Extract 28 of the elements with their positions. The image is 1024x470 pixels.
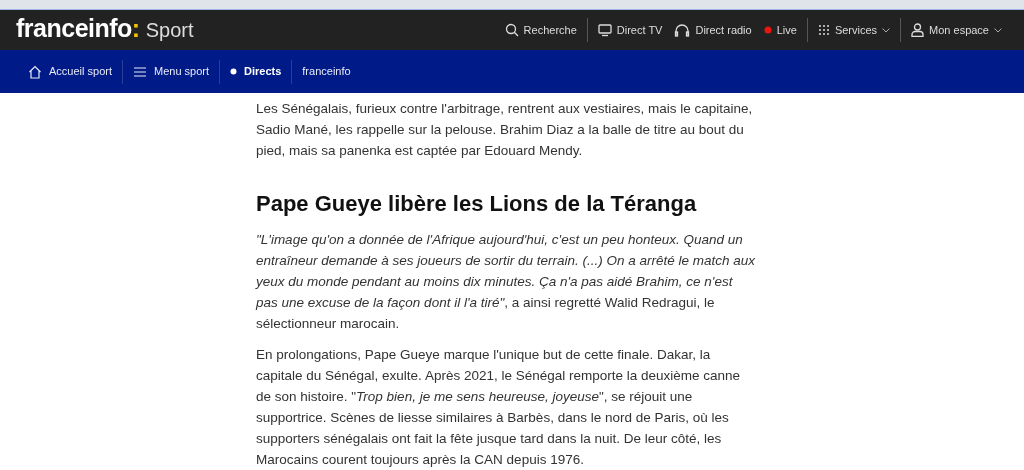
- headphones-icon: [674, 23, 691, 37]
- dropdown-menu-button[interactable]: Mon espace: [905, 21, 1008, 39]
- menu-icon: [133, 65, 147, 78]
- paragraph: En prolongations, Pape Gueye marque l'unique but de cette finale. Dakar, la capitale du Sénégal, exulte. Après 2021, le Sénégal remporte la deuxième canne de son histoire. "Trop bien, je me sens heureuse, joyeuse", se réjouit une supportrice. Scènes de liesse similaires à Barbès, dans le nord de Paris, où les supporters sénégalais ont fait la fête jusque tard dans la nuit. De leur côté, les Marocains courent toujours après la CAN depuis 1976.: [256, 346, 742, 470]
- monitor-icon: [597, 23, 612, 37]
- home-icon: [28, 64, 42, 79]
- paragraph: Les Sénégalais, furieux contre l'arbitrage, rentrent aux vestiaires, mais le capitaine, Sadio Mané, les rappelle sur la pelouse. Brahim Diaz a la balle de titre au bout du pied, mais sa panenka est captée par Edouard Mendy.: [256, 100, 754, 160]
- site-logo[interactable]: franceinfo: Sport: [16, 15, 194, 45]
- nav-link[interactable]: Menu sport: [123, 60, 219, 83]
- nav-link[interactable]: Directs: [220, 60, 292, 83]
- logo-wordmark: franceinfo:: [16, 16, 140, 41]
- grid-icon: [817, 24, 830, 36]
- nav-link[interactable]: Accueil sport: [18, 60, 122, 83]
- user-icon: [911, 23, 925, 37]
- menu-link[interactable]: Direct TV: [591, 21, 669, 39]
- live-dot-icon: [763, 26, 772, 34]
- menu-link[interactable]: Direct radio: [668, 21, 758, 39]
- chevron-down-icon: [882, 27, 891, 33]
- chevron-down-icon: [994, 27, 1002, 33]
- search-icon: [504, 23, 519, 37]
- dot-icon: [230, 68, 237, 75]
- dropdown-menu-button[interactable]: Services: [811, 21, 897, 39]
- menu-link[interactable]: Recherche: [498, 21, 583, 39]
- section-title: Sport: [145, 18, 194, 43]
- menu-link[interactable]: Live: [757, 21, 803, 39]
- paragraph: "L'image qu'on a donnée de l'Afrique aujourd'hui, c'est un peu honteux. Quand un entraîneur demande à ses joueurs de sortir du terrain. (...) On a arrêté le match aux yeux du monde pendant au moins dix minutes. Ça n'a pas aidé Brahim, ce n'est pas une excuse de la façon dont il l'a tiré", a ainsi regretté Walid Redragui, le sélectionneur marocain.: [256, 231, 756, 334]
- section-heading: Pape Gueye libère les Lions de la Téranga: [256, 191, 698, 218]
- nav-link[interactable]: franceinfo: [292, 60, 361, 83]
